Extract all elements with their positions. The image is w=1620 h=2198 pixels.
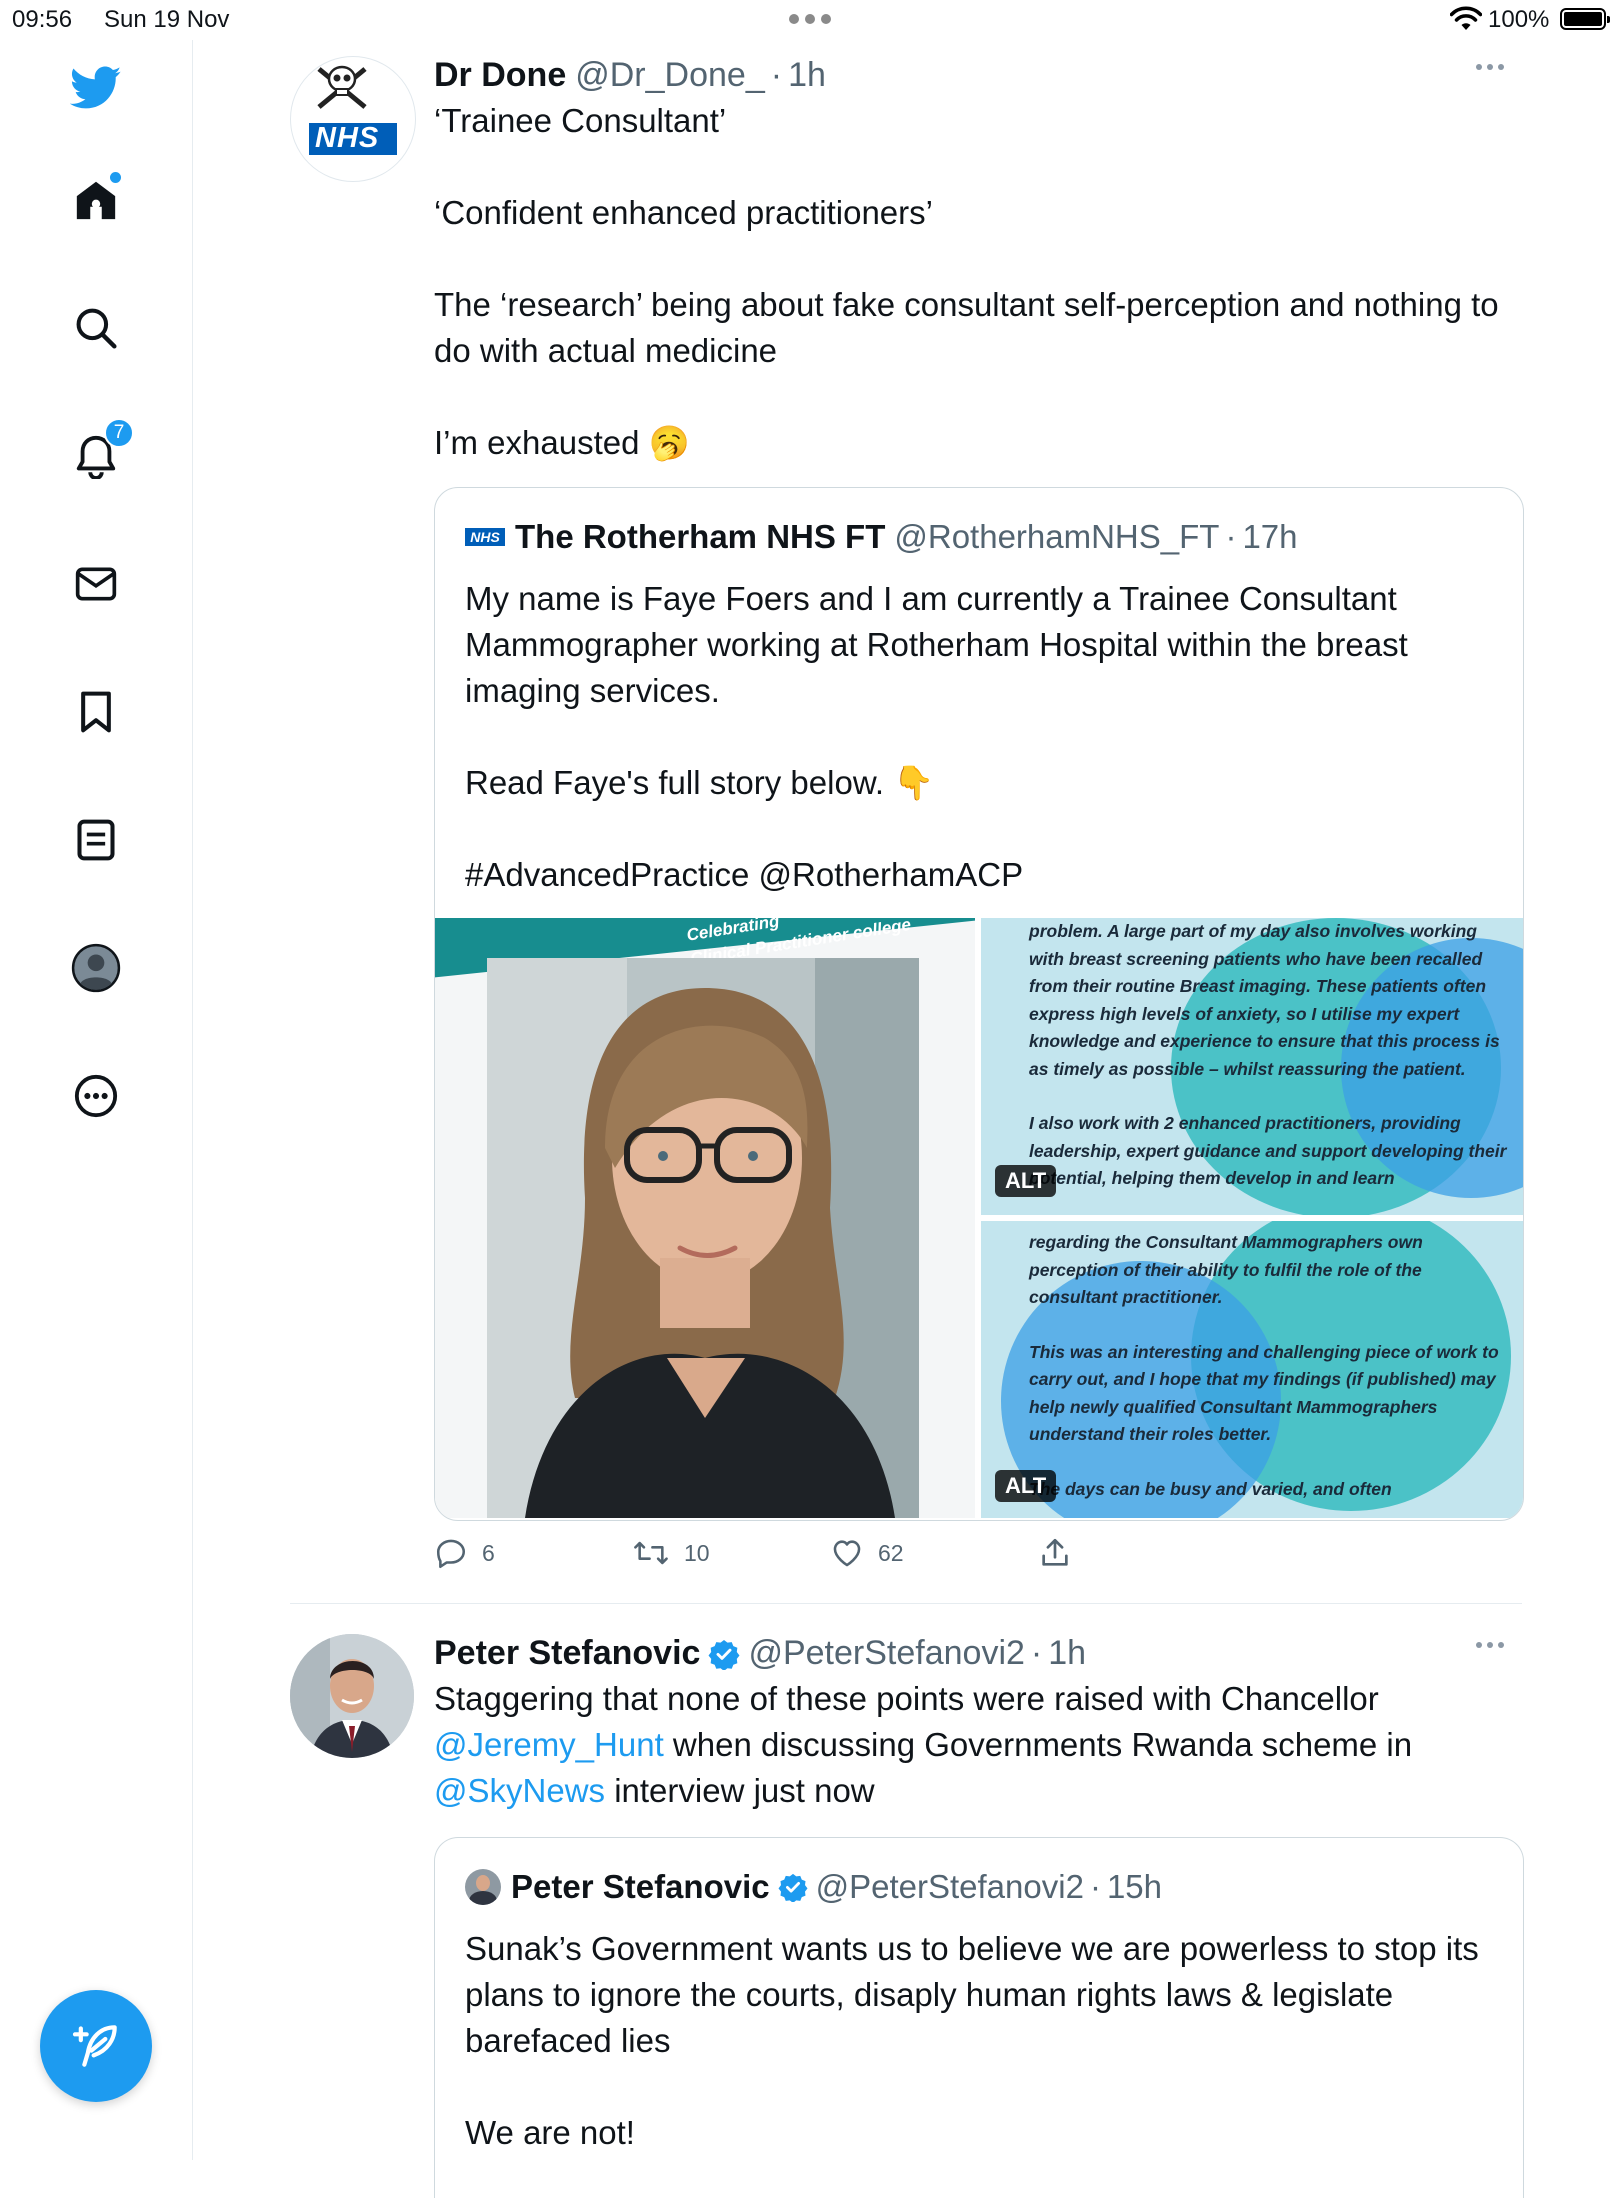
mention-link[interactable]: @Jeremy_Hunt	[434, 1726, 664, 1763]
retweet-button[interactable]: 10	[632, 1536, 710, 1570]
media-text-image-1[interactable]: problem. A large part of my day also inv…	[981, 918, 1523, 1215]
quote-author-name: The Rotherham NHS FT	[515, 518, 886, 555]
battery-percent: 100%	[1488, 6, 1550, 33]
search-icon[interactable]	[64, 296, 128, 360]
author-name[interactable]: Peter Stefanovic	[434, 1634, 700, 1673]
skull-crossbones-icon	[309, 65, 397, 155]
author-handle[interactable]: @Dr_Done_	[575, 56, 765, 95]
quote-author-handle: @RotherhamNHS_FT	[894, 518, 1220, 555]
tweet-time[interactable]: 1h	[1048, 1634, 1086, 1673]
quote-line: #AdvancedPractice @RotherhamACP	[465, 856, 1024, 893]
quote-avatar-icon	[465, 1869, 501, 1905]
multitasking-dots-icon[interactable]	[789, 14, 831, 24]
notifications-bell-icon[interactable]: 7	[64, 418, 134, 488]
tweet-header: Peter Stefanovic @PeterStefanovi2 · 1h	[434, 1634, 1087, 1673]
media-text-image-2[interactable]: regarding the Consultant Mammographers o…	[981, 1221, 1523, 1518]
quote-line: Read Faye's full story below. 👇	[465, 764, 935, 801]
author-name[interactable]: Dr Done	[434, 56, 566, 95]
tweet-header: Dr Done @Dr_Done_ · 1h	[434, 56, 826, 95]
quote-media-grid: Celebrating Clinical Practitioner colleg…	[435, 918, 1523, 1518]
quote-header: NHS The Rotherham NHS FT @RotherhamNHS_F…	[465, 518, 1298, 556]
retweet-icon	[634, 1541, 668, 1565]
share-button[interactable]	[1038, 1536, 1072, 1570]
quote-line: We are not!	[465, 2114, 635, 2151]
battery-icon	[1560, 8, 1610, 30]
avatar-peter-stefanovic[interactable]	[290, 1634, 414, 1758]
bookmarks-icon[interactable]	[64, 680, 128, 744]
compose-feather-icon	[72, 2025, 117, 2067]
media-portrait-image[interactable]: Celebrating Clinical Practitioner colleg…	[435, 918, 975, 1518]
like-button[interactable]: 62	[830, 1536, 904, 1570]
lists-icon[interactable]	[64, 808, 128, 872]
tweet-line: The ‘research’ being about fake consulta…	[434, 286, 1508, 369]
quote-time: 15h	[1106, 1868, 1162, 1905]
quote-text: Sunak’s Government wants us to believe w…	[465, 1926, 1485, 2156]
more-options-icon[interactable]	[64, 1064, 128, 1128]
quote-time: 17h	[1242, 518, 1298, 555]
twitter-logo-icon[interactable]	[64, 56, 128, 120]
quoted-tweet-peter-stefanovic[interactable]: Peter Stefanovic @PeterStefanovi2 · 15h …	[434, 1837, 1524, 2198]
media-image-text: regarding the Consultant Mammographers o…	[1029, 1232, 1504, 1499]
share-icon	[1042, 1538, 1068, 1566]
tweet-line: I’m exhausted 🥱	[434, 424, 690, 461]
verified-badge-icon	[708, 1638, 740, 1670]
tweet-text: Staggering that none of these points wer…	[434, 1680, 1422, 1809]
reply-button[interactable]: 6	[434, 1536, 495, 1570]
avatar-nhs-text: NHS	[315, 122, 380, 154]
messages-envelope-icon[interactable]	[64, 552, 128, 616]
tweet-more-options-icon[interactable]	[1476, 1642, 1504, 1648]
mention-link[interactable]: @SkyNews	[434, 1772, 605, 1809]
compose-tweet-button[interactable]	[40, 1990, 152, 2102]
profile-avatar-icon[interactable]	[64, 936, 128, 1000]
home-icon[interactable]	[64, 168, 128, 232]
tweet-divider	[290, 1603, 1522, 1604]
quote-text: My name is Faye Foers and I am currently…	[465, 576, 1485, 898]
heart-icon	[833, 1540, 861, 1567]
tweet-line: ‘Trainee Consultant’	[434, 102, 727, 139]
reply-icon	[436, 1539, 466, 1569]
status-bar: 09:56 Sun 19 Nov 100%	[0, 0, 1620, 40]
verified-badge-icon	[778, 1872, 808, 1902]
sidebar: 7	[0, 40, 193, 2160]
notifications-count-badge: 7	[104, 418, 134, 448]
quoted-tweet-rotherham[interactable]: NHS The Rotherham NHS FT @RotherhamNHS_F…	[434, 487, 1524, 1521]
quote-header: Peter Stefanovic @PeterStefanovi2 · 15h	[465, 1868, 1162, 1906]
status-time: 09:56	[12, 6, 73, 33]
wifi-icon	[1449, 6, 1483, 37]
media-image-text: problem. A large part of my day also inv…	[1029, 921, 1512, 1188]
quote-line: My name is Faye Foers and I am currently…	[465, 580, 1417, 709]
reply-count: 6	[482, 1539, 495, 1566]
home-notification-dot	[110, 172, 121, 183]
portrait-illustration	[487, 958, 919, 1518]
like-count: 62	[878, 1539, 904, 1566]
tweet-more-options-icon[interactable]	[1476, 64, 1504, 70]
tweet-time[interactable]: 1h	[788, 56, 826, 95]
status-date: Sun 19 Nov	[104, 6, 230, 33]
man-portrait-illustration	[290, 1634, 414, 1758]
tweet-action-bar: 6 10 62	[434, 1536, 1134, 1576]
quote-author-handle: @PeterStefanovi2	[815, 1868, 1084, 1905]
author-handle[interactable]: @PeterStefanovi2	[748, 1634, 1024, 1673]
tweet-line: ‘Confident enhanced practitioners’	[434, 194, 933, 231]
alt-text-badge[interactable]: ALT	[995, 1470, 1057, 1502]
retweet-count: 10	[684, 1539, 710, 1566]
quote-avatar-nhs-icon: NHS	[465, 528, 505, 546]
alt-text-badge[interactable]: ALT	[995, 1165, 1057, 1197]
avatar-dr-done[interactable]: NHS	[290, 56, 416, 182]
tweet-text: ‘Trainee Consultant’ ‘Confident enhanced…	[434, 98, 1514, 466]
quote-author-name: Peter Stefanovic	[511, 1868, 770, 1905]
quote-line: Sunak’s Government wants us to believe w…	[465, 1930, 1488, 2059]
